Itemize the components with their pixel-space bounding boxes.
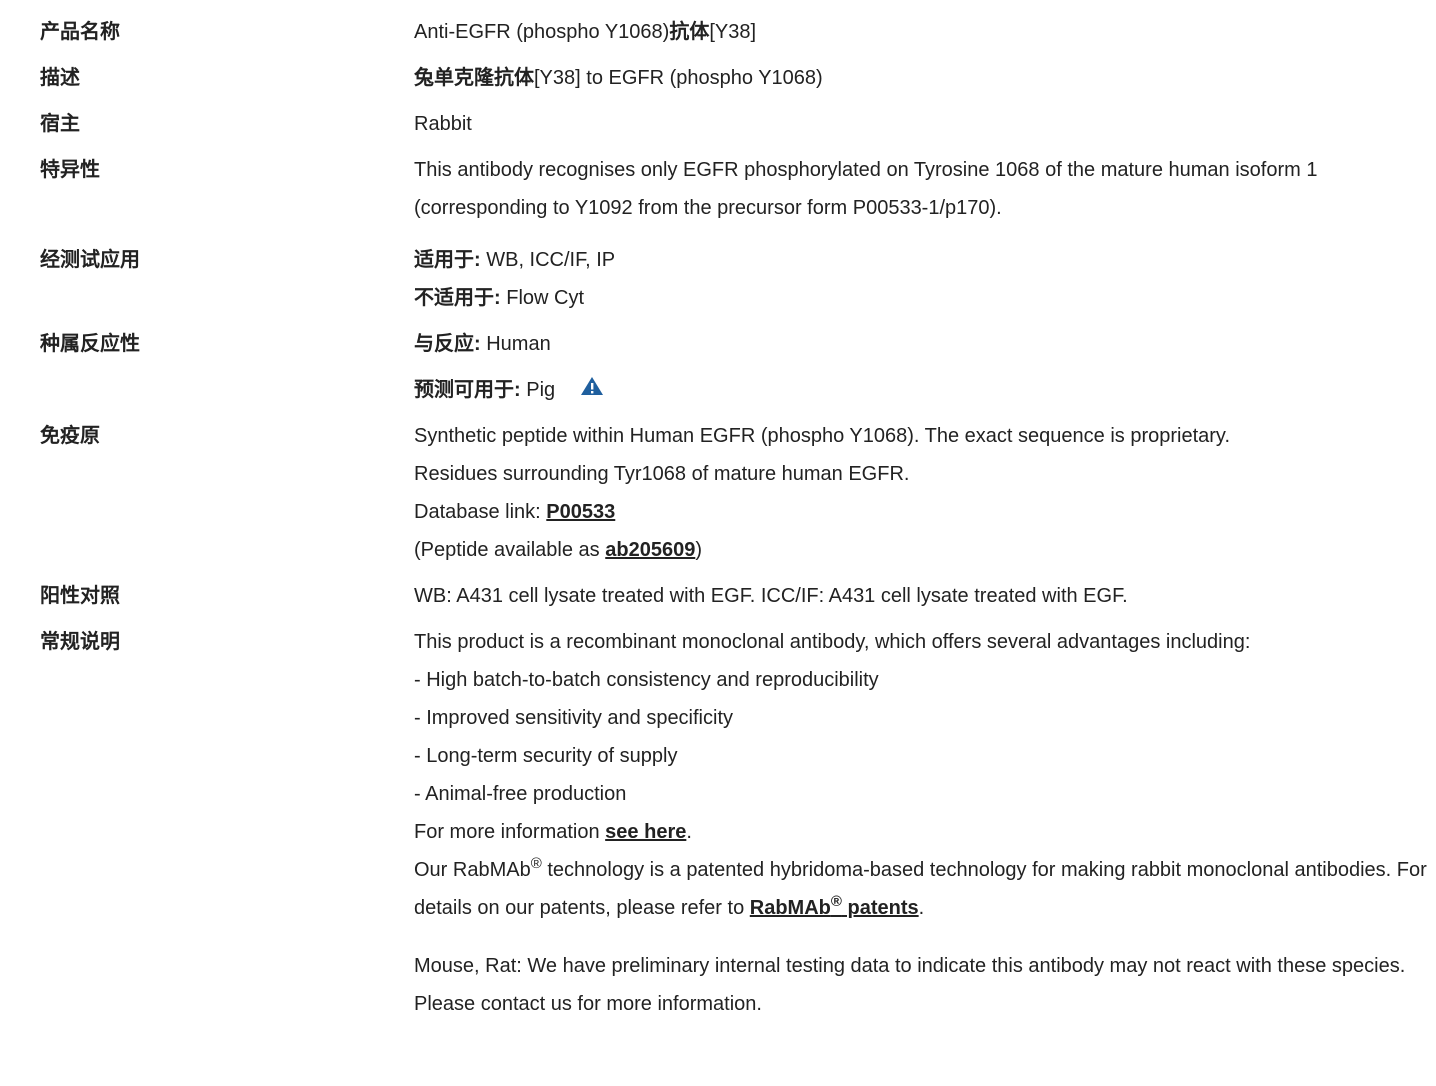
host-value: Rabbit	[414, 113, 472, 135]
bullet-item: - Improved sensitivity and specificity	[414, 707, 734, 729]
row-immunogen: 免疫原 Synthetic peptide within Human EGFR …	[0, 417, 1436, 569]
row-specificity: 特异性 This antibody recognises only EGFR p…	[0, 151, 1436, 227]
row-host: 宿主 Rabbit	[0, 105, 1436, 143]
positive-control-label: 阳性对照	[40, 585, 120, 607]
predicted-line: 预测可用于: Pig	[414, 371, 1430, 409]
bullet-item: - Long-term security of supply	[414, 745, 678, 767]
immunogen-line1: Synthetic peptide within Human EGFR (pho…	[414, 425, 1231, 447]
unsuitable-line: 不适用于: Flow Cyt	[414, 287, 585, 309]
see-here-link[interactable]: see here	[605, 821, 686, 843]
row-tested-applications: 经测试应用 适用于: WB, ICC/IF, IP 不适用于: Flow Cyt	[0, 241, 1436, 317]
more-info-line: For more information see here.	[414, 821, 692, 843]
bullet-item: - High batch-to-batch consistency and re…	[414, 669, 879, 691]
immunogen-line2: Residues surrounding Tyr1068 of mature h…	[414, 463, 910, 485]
species-reactivity-value: 与反应: Human 预测可用于: Pig	[414, 325, 1436, 409]
tested-applications-value: 适用于: WB, ICC/IF, IP 不适用于: Flow Cyt	[414, 241, 1436, 317]
warning-triangle-icon[interactable]	[579, 372, 605, 395]
row-species-reactivity: 种属反应性 与反应: Human 预测可用于: Pig	[0, 325, 1436, 409]
mouse-rat-note: Mouse, Rat: We have preliminary internal…	[414, 955, 1406, 1015]
row-positive-control: 阳性对照 WB: A431 cell lysate treated with E…	[0, 577, 1436, 615]
product-name-label: 产品名称	[40, 21, 120, 43]
reacts-with-line: 与反应: Human	[414, 333, 551, 355]
row-general-notes: 常规说明 This product is a recombinant monoc…	[0, 623, 1436, 1023]
suitable-line: 适用于: WB, ICC/IF, IP	[414, 249, 616, 271]
rabmab-patents-link[interactable]: RabMAb® patents	[750, 894, 919, 919]
row-description: 描述 兔单克隆抗体[Y38] to EGFR (phospho Y1068)	[0, 59, 1436, 97]
general-notes-label: 常规说明	[40, 631, 120, 653]
tested-applications-label: 经测试应用	[40, 249, 140, 271]
specificity-value: This antibody recognises only EGFR phosp…	[414, 159, 1318, 219]
peptide-line: (Peptide available as ab205609)	[414, 539, 702, 561]
positive-control-value: WB: A431 cell lysate treated with EGF. I…	[414, 585, 1128, 607]
peptide-link[interactable]: ab205609	[605, 539, 695, 561]
rabmab-paragraph: Our RabMAb® technology is a patented hyb…	[414, 855, 1427, 919]
row-product-name: 产品名称 Anti-EGFR (phospho Y1068)抗体[Y38]	[0, 13, 1436, 51]
database-link[interactable]: P00533	[546, 501, 615, 523]
host-label: 宿主	[40, 113, 80, 135]
bullet-item: - Animal-free production	[414, 783, 627, 805]
immunogen-value: Synthetic peptide within Human EGFR (pho…	[414, 417, 1436, 569]
description-label: 描述	[40, 67, 80, 89]
specificity-label: 特异性	[40, 159, 100, 181]
database-link-line: Database link: P00533	[414, 501, 616, 523]
general-notes-intro: This product is a recombinant monoclonal…	[414, 631, 1251, 653]
immunogen-label: 免疫原	[40, 425, 100, 447]
general-notes-value: This product is a recombinant monoclonal…	[414, 623, 1436, 1023]
description-value: 兔单克隆抗体[Y38] to EGFR (phospho Y1068)	[414, 67, 823, 89]
product-name-value: Anti-EGFR (phospho Y1068)抗体[Y38]	[414, 21, 757, 43]
species-reactivity-label: 种属反应性	[40, 333, 140, 355]
